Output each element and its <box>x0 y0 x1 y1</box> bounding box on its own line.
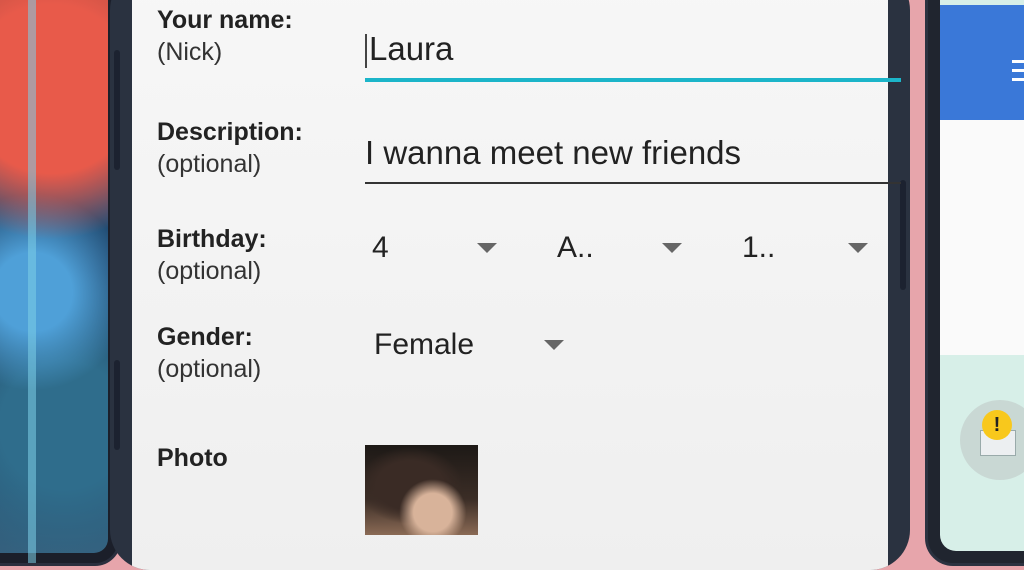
birthday-year-value: 1.. <box>742 231 776 264</box>
right-phone-panel <box>940 120 1024 355</box>
description-hint: (optional) <box>157 150 262 178</box>
description-value: I wanna meet new friends <box>365 134 742 171</box>
profile-form: Your name: (Nick) Laura Description: (op… <box>132 0 901 570</box>
exclamation-icon: ! <box>982 410 1012 440</box>
chevron-down-icon <box>544 340 564 350</box>
name-value: Laura <box>369 30 454 67</box>
menu-icon <box>1012 60 1024 87</box>
photo-label: Photo <box>157 442 228 474</box>
chevron-down-icon <box>477 243 497 253</box>
birthday-label-text: Birthday: <box>157 225 267 253</box>
right-phone-app-bar <box>940 5 1024 120</box>
center-phone: Your name: (Nick) Laura Description: (op… <box>110 0 910 570</box>
right-background-phone <box>925 0 1024 566</box>
photo-label-text: Photo <box>157 444 228 472</box>
phone-side-button <box>114 360 120 450</box>
birthday-month-value: A.. <box>557 231 594 264</box>
gender-select[interactable]: Female <box>374 325 574 365</box>
gender-label: Gender: (optional) <box>157 321 261 385</box>
birthday-label: Birthday: (optional) <box>157 223 267 287</box>
left-background-phone <box>0 0 121 566</box>
birthday-hint: (optional) <box>157 257 262 285</box>
phone-side-button <box>114 50 120 170</box>
left-phone-screen <box>0 0 108 553</box>
chevron-down-icon <box>848 243 868 253</box>
profile-photo[interactable] <box>365 445 478 535</box>
description-label: Description: (optional) <box>157 116 303 180</box>
birthday-day-value: 4 <box>372 231 389 264</box>
left-phone-decoration <box>28 0 36 563</box>
birthday-year-select[interactable]: 1.. <box>742 228 872 268</box>
name-label: Your name: (Nick) <box>157 4 293 68</box>
text-caret <box>365 34 367 69</box>
name-input[interactable]: Laura <box>365 30 901 82</box>
name-hint: (Nick) <box>157 38 223 66</box>
description-label-text: Description: <box>157 118 303 146</box>
birthday-day-select[interactable]: 4 <box>372 228 502 268</box>
chevron-down-icon <box>662 243 682 253</box>
birthday-month-select[interactable]: A.. <box>557 228 687 268</box>
gender-hint: (optional) <box>157 355 262 383</box>
phone-side-button <box>900 180 906 290</box>
name-label-text: Your name: <box>157 6 293 34</box>
description-input[interactable]: I wanna meet new friends <box>365 134 901 184</box>
gender-label-text: Gender: <box>157 323 253 351</box>
gender-value: Female <box>374 328 475 361</box>
